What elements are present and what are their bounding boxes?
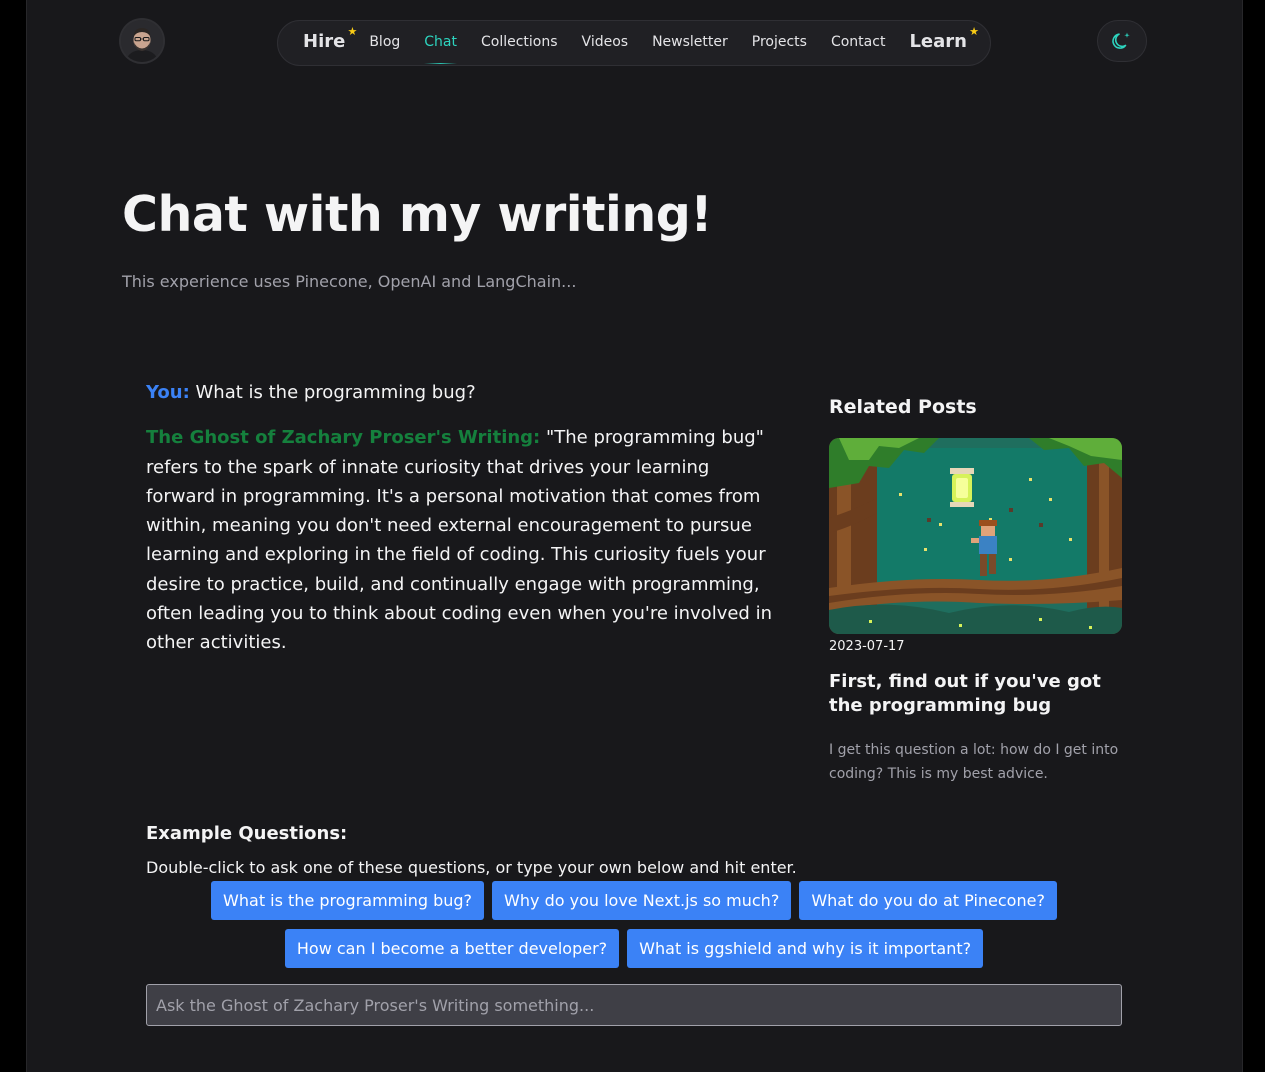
nav-item-learn[interactable]: Learn ★ <box>909 20 979 66</box>
nav-item-contact[interactable]: Contact <box>831 20 885 66</box>
example-questions-heading: Example Questions: <box>146 823 348 844</box>
page-subtitle: This experience uses Pinecone, OpenAI an… <box>122 272 577 291</box>
avatar-photo-icon <box>121 20 163 62</box>
example-question-button[interactable]: What do you do at Pinecone? <box>799 881 1057 920</box>
nav-item-label: Chat <box>424 34 457 50</box>
star-icon: ★ <box>969 25 979 38</box>
post-date: 2023-07-17 <box>829 639 905 654</box>
user-message: You: What is the programming bug? <box>146 378 782 407</box>
nav-item-label: Learn <box>909 31 967 52</box>
nav-item-collections[interactable]: Collections <box>481 20 558 66</box>
example-question-button[interactable]: What is ggshield and why is it important… <box>627 929 984 968</box>
example-questions-row: What is the programming bug? Why do you … <box>146 881 1122 920</box>
ask-input[interactable] <box>146 984 1122 1026</box>
bot-message-text: "The programming bug" refers to the spar… <box>146 427 772 654</box>
bot-label: The Ghost of Zachary Proser's Writing: <box>146 427 541 449</box>
moon-sparkle-icon <box>1112 32 1130 49</box>
nav-item-newsletter[interactable]: Newsletter <box>652 20 728 66</box>
user-label: You: <box>146 382 190 403</box>
nav-item-label: Contact <box>830 34 886 50</box>
star-icon: ★ <box>347 25 358 38</box>
related-posts: Related Posts 2023-07-17 First, find out… <box>829 396 1122 786</box>
nav-item-label: Projects <box>751 34 807 50</box>
related-posts-heading: Related Posts <box>829 396 977 418</box>
nav-item-blog[interactable]: Blog <box>369 20 400 66</box>
example-questions-row: How can I become a better developer? Wha… <box>146 929 1122 968</box>
nav-item-label: Blog <box>369 34 401 50</box>
example-question-button[interactable]: Why do you love Next.js so much? <box>492 881 792 920</box>
nav-item-videos[interactable]: Videos <box>582 20 629 66</box>
nav-item-label: Hire <box>303 31 346 52</box>
bot-message: The Ghost of Zachary Proser's Writing: "… <box>146 423 782 657</box>
theme-toggle-button[interactable] <box>1097 20 1147 62</box>
nav-item-hire[interactable]: Hire ★ <box>303 20 357 66</box>
chat-transcript: You: What is the programming bug? The Gh… <box>146 378 782 658</box>
example-question-button[interactable]: How can I become a better developer? <box>284 929 620 968</box>
post-title-link[interactable]: First, find out if you've got the progra… <box>829 670 1122 718</box>
pixel-art-forest-boy-lantern-icon[interactable] <box>829 438 1122 634</box>
main-nav: Hire ★ Blog Chat Collections Videos News… <box>277 20 991 66</box>
active-indicator <box>424 63 457 64</box>
user-message-text: What is the programming bug? <box>195 382 476 403</box>
nav-item-label: Collections <box>481 34 558 50</box>
page-title: Chat with my writing! <box>122 186 713 243</box>
nav-item-projects[interactable]: Projects <box>752 20 807 66</box>
nav-item-label: Newsletter <box>652 34 728 50</box>
avatar[interactable] <box>121 20 163 62</box>
nav-item-chat[interactable]: Chat <box>424 20 457 66</box>
related-post-card[interactable]: 2023-07-17 First, find out if you've got… <box>829 438 1122 786</box>
example-questions-help: Double-click to ask one of these questio… <box>146 858 797 877</box>
post-description: I get this question a lot: how do I get … <box>829 742 1119 782</box>
nav-item-label: Videos <box>581 34 629 50</box>
example-question-button[interactable]: What is the programming bug? <box>211 881 485 920</box>
